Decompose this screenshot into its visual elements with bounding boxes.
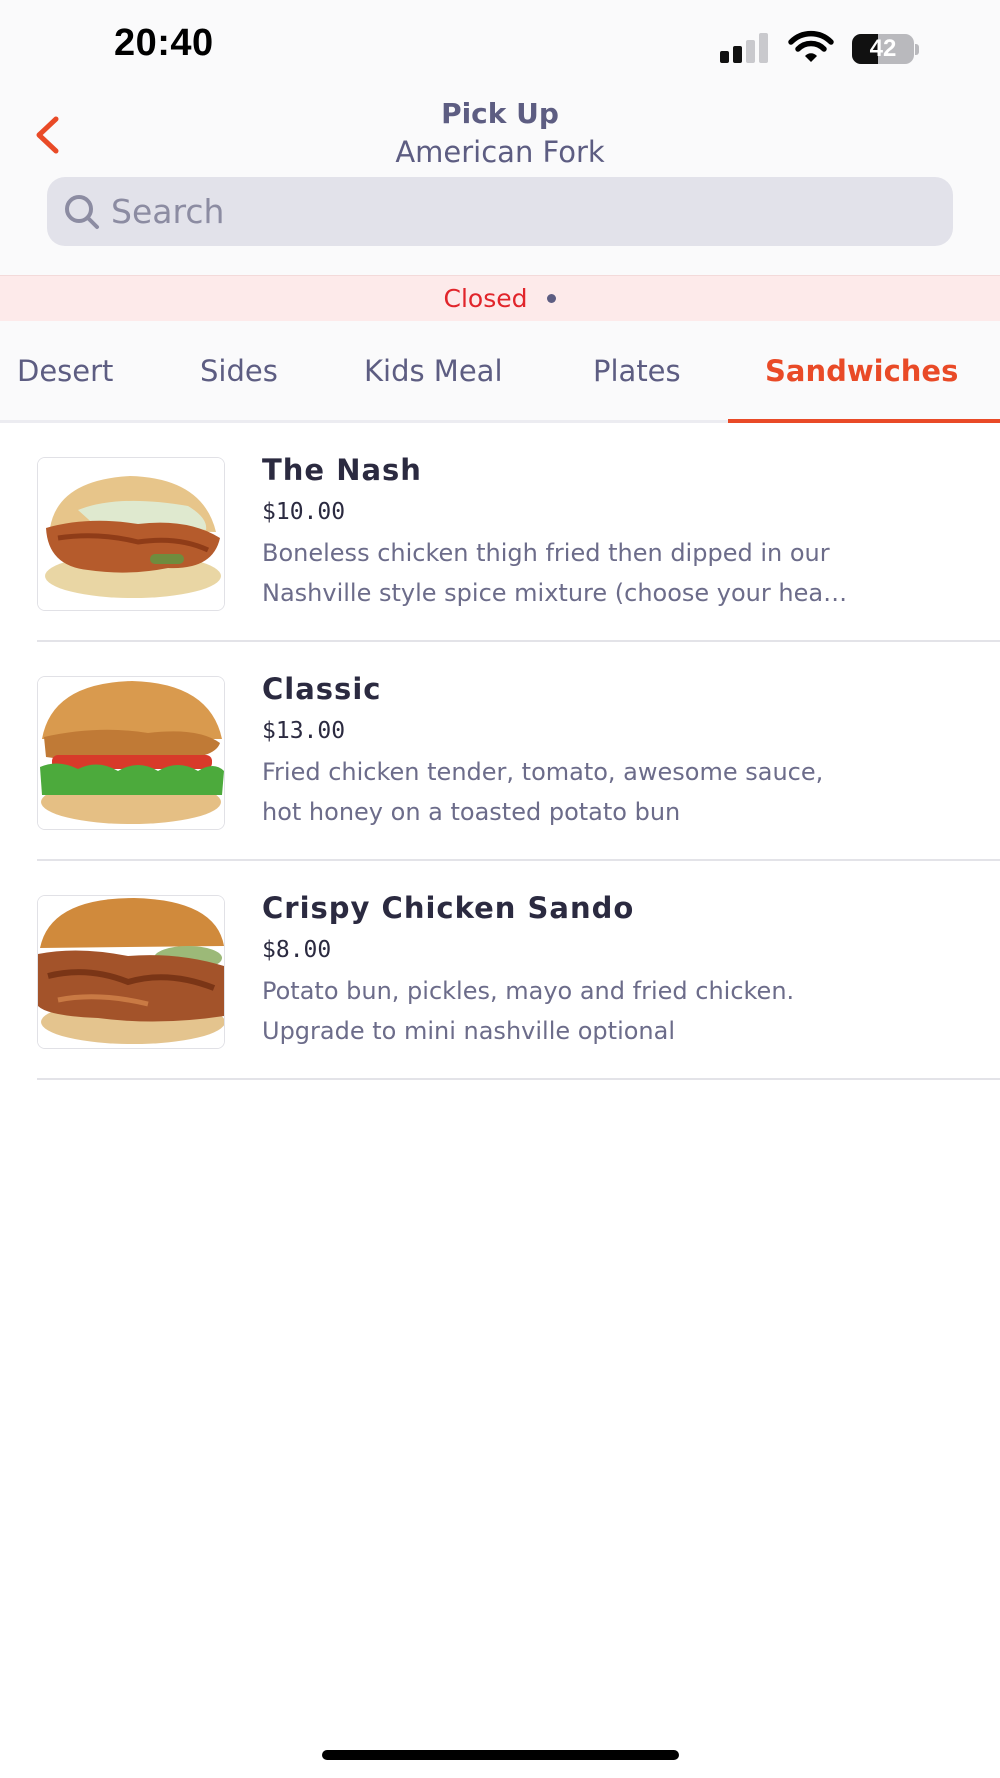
divider [37,1078,1000,1080]
home-indicator[interactable] [322,1750,679,1760]
item-name: Classic [262,672,382,706]
item-price: $13.00 [262,718,346,744]
search-icon [61,191,103,233]
item-name: Crispy Chicken Sando [262,891,635,925]
item-description: Potato bun, pickles, mayo and fried chic… [262,971,962,1051]
item-description-line: Nashville style spice mixture (choose yo… [262,579,848,607]
item-name: The Nash [262,453,422,487]
category-tabs: Desert Sides Kids Meal Plates Sandwiches [0,321,1000,423]
menu-item-classic[interactable]: Classic $13.00 Fried chicken tender, tom… [0,642,1000,861]
item-description-line: hot honey on a toasted potato bun [262,798,681,826]
tab-desert[interactable]: Desert [17,321,113,423]
status-time: 20:40 [114,22,214,64]
tab-sandwiches[interactable]: Sandwiches [765,321,958,423]
back-button[interactable] [22,110,72,160]
tab-sides[interactable]: Sides [200,321,278,423]
item-image [37,676,225,830]
item-image [37,895,225,1049]
menu-item-crispy-chicken-sando[interactable]: Crispy Chicken Sando $8.00 Potato bun, p… [0,861,1000,1080]
store-status-banner: Closed [0,275,1000,321]
item-image [37,457,225,611]
item-price: $10.00 [262,499,346,525]
item-price: $8.00 [262,937,332,963]
tab-kids-meal[interactable]: Kids Meal [364,321,503,423]
page-title: Pick Up [441,97,559,130]
item-description-line: Upgrade to mini nashville optional [262,1017,676,1045]
header: Pick Up American Fork [0,96,1000,276]
menu-item-the-nash[interactable]: The Nash $10.00 Boneless chicken thigh f… [0,423,1000,642]
location-subtitle: American Fork [395,135,605,169]
search-input[interactable] [111,192,891,231]
menu-list: The Nash $10.00 Boneless chicken thigh f… [0,423,1000,1080]
item-description-line: Fried chicken tender, tomato, awesome sa… [262,758,824,786]
item-description: Fried chicken tender, tomato, awesome sa… [262,752,962,832]
item-description-line: Potato bun, pickles, mayo and fried chic… [262,977,795,1005]
item-description-line: Boneless chicken thigh fried then dipped… [262,539,830,567]
battery-icon: 42 [852,34,919,64]
signal-icon [720,33,772,63]
chevron-left-icon [36,116,59,154]
status-dot [547,294,557,303]
tab-plates[interactable]: Plates [593,321,681,423]
battery-percent: 42 [869,35,897,62]
wifi-icon [788,30,834,64]
search-bar[interactable] [47,177,953,246]
item-description: Boneless chicken thigh fried then dipped… [262,533,962,613]
status-bar: 20:40 42 [0,0,1000,96]
store-status-text: Closed [443,284,528,313]
